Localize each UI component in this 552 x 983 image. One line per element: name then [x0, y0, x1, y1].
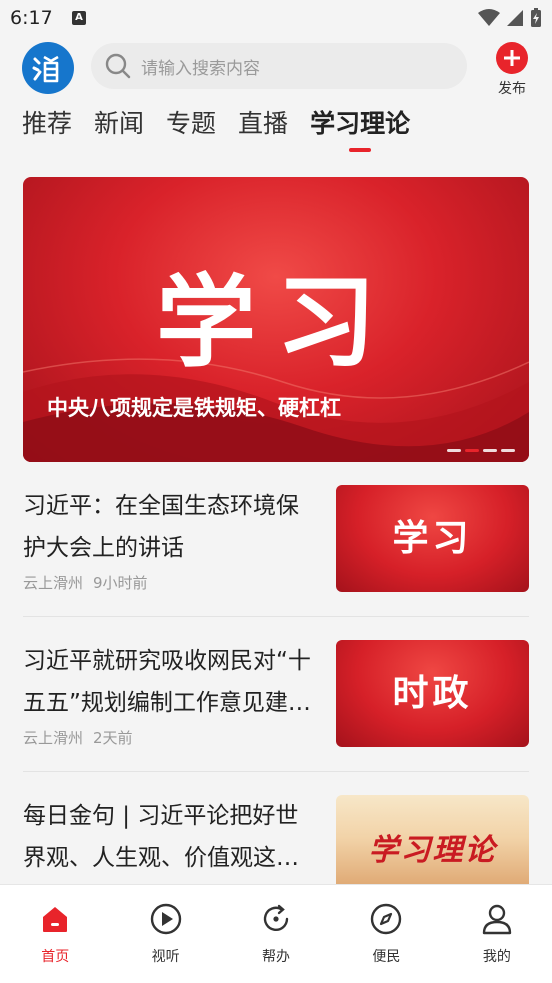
news-time: 2天前	[93, 729, 133, 747]
signal-icon	[507, 10, 523, 26]
news-meta: 云上滑州 2天前	[23, 727, 133, 748]
news-source: 云上滑州	[23, 729, 84, 747]
publish-label: 发布	[498, 81, 526, 97]
notification-icon: A	[72, 11, 86, 25]
plus-icon	[496, 42, 528, 74]
news-thumbnail: 时政	[336, 640, 529, 747]
news-title: 习近平就研究吸收网民对“十五五”规划编制工作意见建议作出重要指示	[23, 648, 311, 716]
news-item[interactable]: 每日金句 | 习近平论把好世界观、人生观、价值观这个“总开关” 学习理论	[23, 795, 529, 884]
banner-caption: 中央八项规定是铁规矩、硬杠杠	[47, 396, 341, 420]
category-tabs: 推荐 新闻 专题 直播 学习理论	[22, 104, 410, 160]
tab-label: 新闻	[94, 109, 145, 138]
nav-convenience[interactable]: 便民	[331, 885, 441, 983]
tab-label: 直播	[238, 109, 289, 138]
bottom-navigation: 首页 视听 帮办 便民 我的	[0, 884, 552, 983]
play-icon	[150, 903, 181, 935]
tab-label: 学习理论	[310, 109, 411, 138]
thumbnail-text: 学习	[392, 518, 473, 559]
news-item[interactable]: 习近平：在全国生态环境保护大会上的讲话 云上滑州 9小时前 学习	[23, 485, 529, 625]
refresh-icon	[263, 904, 289, 931]
divider	[23, 771, 529, 772]
tab-topics[interactable]: 专题	[166, 104, 216, 154]
carousel-dot	[447, 449, 461, 452]
tab-label: 推荐	[22, 109, 73, 138]
status-bar: 6:17 A	[0, 0, 552, 36]
nav-label: 我的	[482, 949, 511, 965]
nav-help[interactable]: 帮办	[221, 885, 331, 983]
nav-label: 帮办	[262, 949, 291, 965]
news-title: 习近平：在全国生态环境保护大会上的讲话	[23, 493, 299, 561]
news-item[interactable]: 习近平就研究吸收网民对“十五五”规划编制工作意见建议作出重要指示 云上滑州 2天前…	[23, 640, 529, 780]
thumbnail-text: 学习理论	[368, 833, 497, 868]
search-icon	[105, 53, 131, 79]
nav-label: 便民	[372, 949, 401, 965]
home-icon	[43, 907, 68, 932]
app-logo[interactable]	[22, 42, 74, 94]
carousel-indicator	[447, 449, 515, 452]
news-thumbnail: 学习理论	[336, 795, 529, 884]
banner-big-text: 学习	[156, 264, 396, 381]
hua-logo-icon	[32, 55, 59, 83]
news-source: 云上滑州	[23, 574, 84, 592]
user-icon	[482, 904, 512, 935]
news-meta: 云上滑州 9小时前	[23, 572, 148, 593]
news-time: 9小时前	[93, 574, 148, 592]
tab-news[interactable]: 新闻	[94, 104, 144, 154]
nav-label: 视听	[151, 949, 180, 965]
publish-button[interactable]: 发布	[492, 42, 532, 98]
news-title: 每日金句 | 习近平论把好世界观、人生观、价值观这个“总开关”	[23, 803, 299, 871]
banner-carousel[interactable]: 学习 中央八项规定是铁规矩、硬杠杠	[23, 177, 529, 462]
status-icons	[478, 8, 542, 28]
nav-home[interactable]: 首页	[0, 885, 110, 983]
search-bar[interactable]: 请输入搜索内容	[91, 43, 467, 89]
battery-icon	[531, 8, 541, 27]
nav-av[interactable]: 视听	[110, 885, 220, 983]
tab-study-theory[interactable]: 学习理论	[310, 104, 410, 154]
wifi-icon	[478, 9, 500, 26]
tab-recommend[interactable]: 推荐	[22, 104, 72, 154]
nav-mine[interactable]: 我的	[442, 885, 552, 983]
thumbnail-text: 时政	[392, 673, 473, 714]
search-placeholder: 请输入搜索内容	[141, 58, 260, 79]
tab-live[interactable]: 直播	[238, 104, 288, 154]
news-thumbnail: 学习	[336, 485, 529, 592]
active-tab-indicator	[349, 148, 372, 152]
tab-label: 专题	[166, 109, 217, 138]
status-time: 6:17	[10, 7, 53, 29]
compass-icon	[371, 903, 402, 935]
nav-label: 首页	[41, 949, 70, 965]
top-header: 请输入搜索内容 发布	[0, 36, 552, 98]
divider	[23, 616, 529, 617]
carousel-dot	[483, 449, 497, 452]
carousel-dot	[501, 449, 515, 452]
carousel-dot-active	[465, 449, 479, 452]
